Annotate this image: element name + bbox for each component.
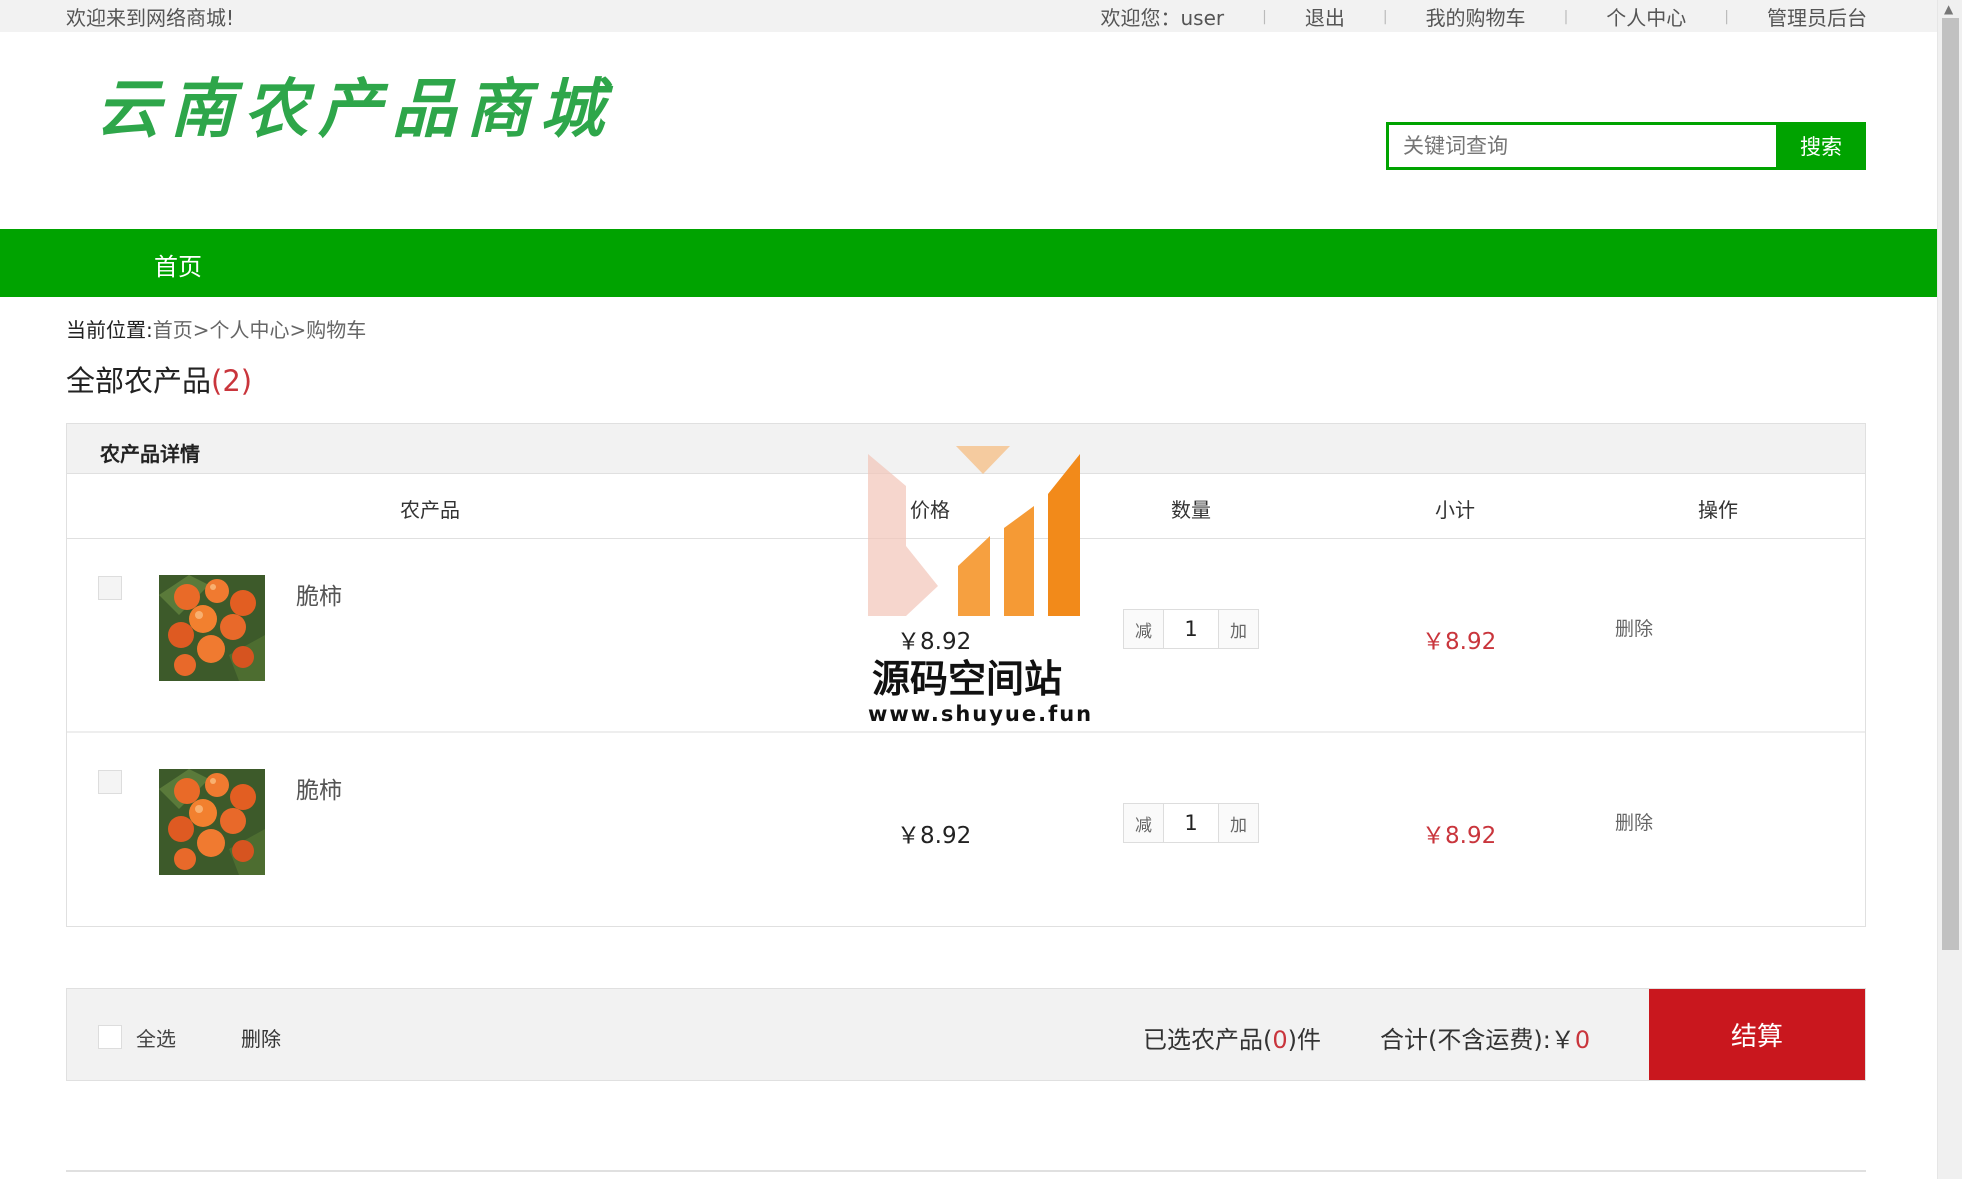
page-title: 全部农产品(2) bbox=[66, 358, 252, 400]
breadcrumb-path[interactable]: 首页>个人中心>购物车 bbox=[153, 318, 367, 342]
personal-center-link[interactable]: 个人中心 bbox=[1568, 2, 1724, 31]
delete-link[interactable]: 删除 bbox=[1615, 808, 1653, 835]
quantity-stepper: 减 1 加 bbox=[1123, 803, 1259, 843]
page-title-text: 全部农产品 bbox=[66, 364, 212, 398]
quantity-stepper: 减 1 加 bbox=[1123, 609, 1259, 649]
product-image[interactable] bbox=[159, 575, 265, 681]
top-bar: 欢迎来到网络商城! 欢迎您：user | 退出 | 我的购物车 | 个人中心 |… bbox=[0, 0, 1937, 32]
decrease-button[interactable]: 减 bbox=[1124, 610, 1163, 648]
user-greeting: 欢迎您：user bbox=[1100, 6, 1225, 30]
logout-link[interactable]: 退出 bbox=[1267, 2, 1383, 31]
admin-link[interactable]: 管理员后台 bbox=[1729, 2, 1867, 31]
total-label: 合计(不含运费):￥ bbox=[1380, 1026, 1575, 1054]
decrease-button[interactable]: 减 bbox=[1124, 804, 1163, 842]
checkout-button[interactable]: 结算 bbox=[1649, 989, 1865, 1080]
row-subtotal: ￥8.92 bbox=[1422, 823, 1497, 849]
search-input[interactable] bbox=[1386, 122, 1776, 170]
top-links: 欢迎您：user | 退出 | 我的购物车 | 个人中心 | 管理员后台 bbox=[1101, 2, 1868, 31]
breadcrumb: 当前位置:首页>个人中心>购物车 bbox=[66, 314, 366, 343]
cart-table-header: 农产品详情 bbox=[67, 424, 1865, 474]
row-subtotal: ￥8.92 bbox=[1422, 629, 1497, 655]
nav-home[interactable]: 首页 bbox=[154, 247, 202, 282]
row-checkbox[interactable] bbox=[98, 770, 122, 794]
breadcrumb-label: 当前位置: bbox=[66, 318, 153, 342]
search-button[interactable]: 搜索 bbox=[1776, 122, 1866, 170]
selected-count-text: 已选农产品(0)件 bbox=[1143, 1020, 1321, 1055]
scroll-up-icon[interactable]: ▲ bbox=[1944, 2, 1953, 16]
welcome-text: 欢迎来到网络商城! bbox=[66, 6, 235, 30]
delete-selected-link[interactable]: 删除 bbox=[241, 1023, 281, 1052]
site-logo[interactable]: 云南农产品商城 bbox=[96, 58, 614, 150]
table-row: 脆柿 ￥8.92 减 1 加 ￥8.92 删除 bbox=[67, 539, 1865, 733]
cart-footer: 全选 删除 已选农产品(0)件 合计(不含运费):￥0 结算 bbox=[66, 988, 1866, 1081]
product-price: ￥8.92 bbox=[897, 629, 972, 655]
column-price: 价格 bbox=[910, 498, 950, 522]
scrollbar-thumb[interactable] bbox=[1942, 18, 1959, 950]
cart-table: 农产品详情 农产品 价格 数量 小计 操作 脆柿 ￥8.92 减 1 加 ￥8.… bbox=[66, 423, 1866, 927]
cart-columns: 农产品 价格 数量 小计 操作 bbox=[67, 474, 1865, 539]
search-box: 搜索 bbox=[1386, 122, 1866, 170]
product-name[interactable]: 脆柿 bbox=[296, 771, 342, 805]
selected-count: 0 bbox=[1272, 1026, 1288, 1054]
product-image[interactable] bbox=[159, 769, 265, 875]
product-price: ￥8.92 bbox=[897, 823, 972, 849]
row-checkbox[interactable] bbox=[98, 576, 122, 600]
increase-button[interactable]: 加 bbox=[1219, 804, 1258, 842]
selected-prefix: 已选农产品( bbox=[1143, 1026, 1273, 1054]
quantity-value[interactable]: 1 bbox=[1163, 804, 1219, 842]
my-cart-link[interactable]: 我的购物车 bbox=[1388, 2, 1564, 31]
scrollbar[interactable]: ▲ bbox=[1937, 0, 1962, 1179]
delete-link[interactable]: 删除 bbox=[1615, 614, 1653, 641]
column-subtotal: 小计 bbox=[1435, 498, 1475, 522]
increase-button[interactable]: 加 bbox=[1219, 610, 1258, 648]
total-text: 合计(不含运费):￥0 bbox=[1380, 1020, 1590, 1055]
divider bbox=[66, 1170, 1866, 1174]
selected-suffix: )件 bbox=[1287, 1026, 1322, 1054]
select-all-label[interactable]: 全选 bbox=[136, 1023, 176, 1052]
total-value: 0 bbox=[1574, 1026, 1591, 1054]
main-nav: 首页 bbox=[0, 229, 1937, 297]
quantity-value[interactable]: 1 bbox=[1163, 610, 1219, 648]
table-row: 脆柿 ￥8.92 减 1 加 ￥8.92 删除 bbox=[67, 733, 1865, 927]
column-product: 农产品 bbox=[400, 498, 460, 522]
column-action: 操作 bbox=[1698, 498, 1738, 522]
select-all-checkbox[interactable] bbox=[98, 1025, 122, 1049]
column-quantity: 数量 bbox=[1171, 498, 1211, 522]
product-count: (2) bbox=[211, 364, 253, 398]
product-name[interactable]: 脆柿 bbox=[296, 577, 342, 611]
